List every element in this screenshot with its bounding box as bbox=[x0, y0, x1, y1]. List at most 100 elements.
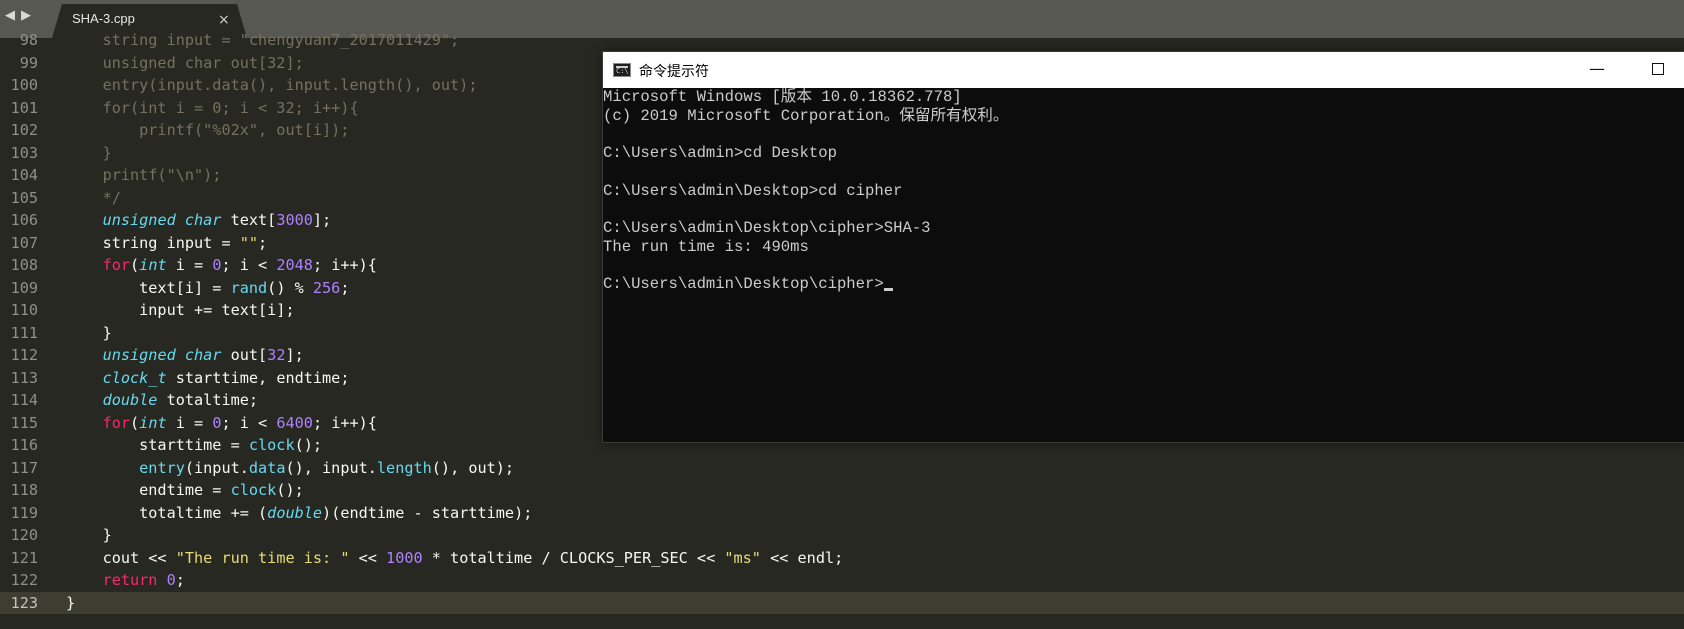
code-token: i = bbox=[166, 413, 213, 432]
code-text: unsigned char text[3000]; bbox=[66, 209, 332, 232]
code-token: ; bbox=[340, 278, 350, 297]
code-line[interactable]: 98 string input = "chengyuan7_2017011429… bbox=[0, 30, 1684, 52]
code-text: double totaltime; bbox=[66, 389, 258, 412]
cmd-titlebar[interactable]: C:\ 命令提示符 — bbox=[603, 52, 1684, 88]
code-text: } bbox=[66, 524, 112, 547]
code-token: ; i++){ bbox=[312, 256, 377, 274]
code-line[interactable]: 118 endtime = clock(); bbox=[0, 479, 1684, 502]
code-token: 3000 bbox=[276, 211, 313, 229]
code-token: } bbox=[66, 593, 76, 612]
code-line[interactable]: 123} bbox=[0, 591, 1684, 614]
code-token: (); bbox=[276, 481, 304, 499]
code-token: out[ bbox=[221, 346, 268, 364]
code-text: clock_t starttime, endtime; bbox=[66, 367, 350, 390]
code-token: ( bbox=[130, 413, 140, 432]
code-text: endtime = clock(); bbox=[66, 479, 304, 502]
cmd-console[interactable]: Microsoft Windows [版本 10.0.18362.778] (c)… bbox=[603, 88, 1684, 442]
code-token: "" bbox=[239, 233, 259, 252]
code-token: "ms" bbox=[724, 548, 761, 567]
line-number: 113 bbox=[10, 368, 38, 387]
code-token: double bbox=[267, 503, 323, 522]
line-number: 108 bbox=[10, 256, 38, 274]
code-text: input += text[i]; bbox=[66, 299, 294, 322]
line-number: 107 bbox=[10, 233, 38, 252]
code-text: entry(input.data(), input.length(), out)… bbox=[66, 457, 514, 480]
console-text: C:\Users\admin\Desktop\cipher>SHA-3 bbox=[603, 218, 931, 237]
console-text: C:\Users\admin\Desktop>cd cipher bbox=[603, 181, 903, 200]
code-text: text[i] = rand() % 256; bbox=[66, 277, 349, 300]
code-token: * totaltime / CLOCKS_PER_SEC << bbox=[422, 548, 725, 567]
line-number: 123 bbox=[10, 593, 38, 612]
line-number: 112 bbox=[10, 346, 38, 364]
maximize-icon[interactable] bbox=[1652, 63, 1664, 75]
line-number: 103 bbox=[10, 143, 38, 162]
code-token: ( bbox=[130, 256, 140, 274]
code-token: rand bbox=[230, 278, 268, 297]
code-token: ]; bbox=[312, 211, 332, 229]
line-number: 109 bbox=[10, 278, 38, 297]
line-number: 116 bbox=[10, 436, 38, 454]
line-number: 121 bbox=[10, 548, 38, 567]
back-arrow-icon[interactable]: ◀ bbox=[5, 6, 15, 26]
code-token: (), out); bbox=[431, 458, 515, 477]
code-text: cout << "The run time is: " << 1000 * to… bbox=[66, 547, 844, 570]
code-token: int bbox=[139, 413, 167, 432]
code-token: << endl; bbox=[760, 548, 844, 567]
code-text: */ bbox=[66, 187, 121, 210]
code-token: } bbox=[66, 143, 112, 162]
console-text: C:\Users\admin>cd Desktop bbox=[603, 144, 837, 163]
code-token: length bbox=[376, 458, 432, 477]
code-token: entry(input.data(), input.length(), out)… bbox=[66, 76, 478, 94]
line-number: 114 bbox=[10, 391, 38, 409]
terminal-icon: C:\ bbox=[613, 63, 631, 77]
code-token: clock_t bbox=[102, 368, 167, 387]
code-token: starttime = bbox=[66, 436, 249, 454]
console-text: The run time is: 490ms bbox=[603, 237, 809, 256]
code-text: } bbox=[66, 142, 112, 165]
code-line[interactable]: 120 } bbox=[0, 524, 1684, 547]
close-icon[interactable]: × bbox=[218, 11, 230, 29]
line-number: 105 bbox=[10, 188, 38, 207]
code-text: unsigned char out[32]; bbox=[66, 52, 304, 75]
code-text: for(int i = 0; i < 32; i++){ bbox=[66, 97, 359, 120]
console-line: C:\Users\admin\Desktop>cd cipher bbox=[603, 181, 902, 201]
code-token: () % bbox=[267, 278, 313, 297]
code-token: 2048 bbox=[276, 256, 313, 274]
console-line: C:\Users\admin\Desktop\cipher> bbox=[603, 274, 893, 294]
code-token: ; i < bbox=[221, 413, 277, 432]
code-token: string input = "chengyuan7_2017011429"; bbox=[66, 31, 460, 49]
code-token: totaltime; bbox=[157, 391, 259, 409]
line-number: 111 bbox=[10, 323, 38, 342]
command-prompt-window[interactable]: C:\ 命令提示符 — Microsoft Windows [版本 10.0.1… bbox=[603, 52, 1684, 442]
code-token: totaltime += ( bbox=[66, 503, 268, 522]
line-number: 120 bbox=[10, 526, 38, 544]
code-line[interactable]: 122 return 0; bbox=[0, 569, 1684, 592]
minimize-icon[interactable]: — bbox=[1589, 60, 1605, 78]
code-token: starttime, endtime; bbox=[166, 368, 350, 387]
line-number: 102 bbox=[10, 121, 38, 139]
line-number: 104 bbox=[10, 166, 38, 184]
code-token: 0 bbox=[166, 571, 176, 589]
code-line[interactable]: 119 totaltime += (double)(endtime - star… bbox=[0, 502, 1684, 525]
code-line[interactable]: 121 cout << "The run time is: " << 1000 … bbox=[0, 547, 1684, 570]
forward-arrow-icon[interactable]: ▶ bbox=[21, 6, 31, 26]
code-token: unsigned char bbox=[102, 346, 222, 364]
code-token: } bbox=[66, 323, 112, 342]
line-number: 99 bbox=[19, 53, 38, 72]
code-token: << bbox=[349, 548, 387, 567]
line-number: 122 bbox=[10, 571, 38, 589]
code-token: return bbox=[102, 571, 158, 589]
code-text: for(int i = 0; i < 2048; i++){ bbox=[66, 254, 377, 277]
code-token: unsigned char out[32]; bbox=[66, 53, 304, 72]
code-token: } bbox=[66, 526, 112, 544]
console-line: C:\Users\admin>cd Desktop bbox=[603, 143, 837, 163]
code-text: string input = ""; bbox=[66, 232, 268, 255]
code-line[interactable]: 117 entry(input.data(), input.length(), … bbox=[0, 457, 1684, 480]
